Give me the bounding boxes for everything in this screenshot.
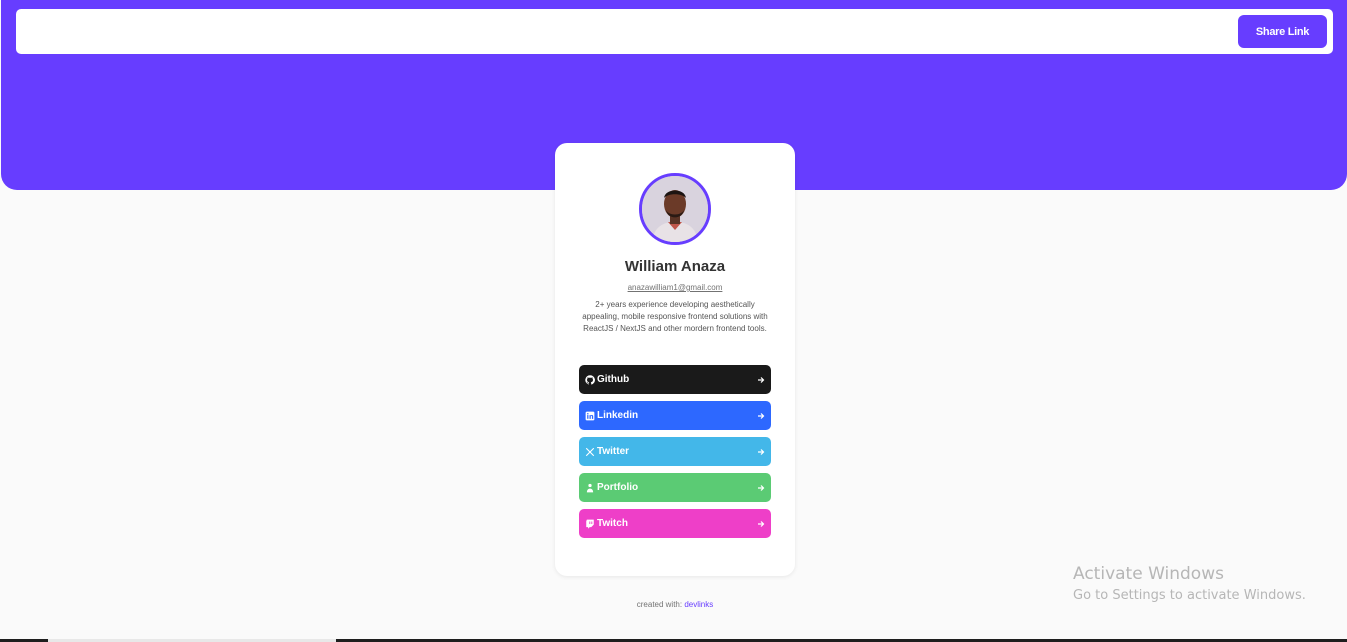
windows-activation-watermark: Activate Windows Go to Settings to activ… bbox=[1073, 564, 1306, 603]
avatar bbox=[639, 173, 711, 245]
footer-credit: created with: devlinks bbox=[555, 600, 795, 609]
profile-card: William Anaza anazawilliam1@gmail.com 2+… bbox=[555, 143, 795, 576]
arrow-right-icon bbox=[757, 448, 765, 456]
link-github[interactable]: Github bbox=[579, 365, 771, 394]
watermark-title: Activate Windows bbox=[1073, 564, 1224, 584]
link-label: Twitter bbox=[597, 446, 630, 457]
linkedin-icon bbox=[585, 411, 595, 421]
arrow-right-icon bbox=[757, 376, 765, 384]
footer-brand-link[interactable]: devlinks bbox=[684, 600, 713, 609]
x-twitter-icon bbox=[585, 447, 595, 457]
share-link-button[interactable]: Share Link bbox=[1238, 15, 1327, 48]
link-label: Portfolio bbox=[597, 482, 639, 493]
link-linkedin[interactable]: Linkedin bbox=[579, 401, 771, 430]
link-twitch[interactable]: Twitch bbox=[579, 509, 771, 538]
link-label: Twitch bbox=[597, 518, 628, 529]
arrow-right-icon bbox=[757, 412, 765, 420]
avatar-image bbox=[642, 176, 708, 242]
top-bar: Share Link bbox=[16, 9, 1333, 54]
link-label: Linkedin bbox=[597, 410, 639, 421]
profile-bio: 2+ years experience developing aesthetic… bbox=[582, 300, 768, 333]
twitch-icon bbox=[585, 519, 595, 529]
footer-prefix: created with: bbox=[636, 600, 683, 609]
link-label: Github bbox=[597, 374, 630, 385]
arrow-right-icon bbox=[757, 520, 765, 528]
portfolio-icon bbox=[585, 483, 595, 493]
arrow-right-icon bbox=[757, 484, 765, 492]
link-twitter[interactable]: Twitter bbox=[579, 437, 771, 466]
profile-name: William Anaza bbox=[624, 258, 726, 275]
profile-email[interactable]: anazawilliam1@gmail.com bbox=[555, 283, 795, 292]
github-icon bbox=[585, 374, 595, 385]
link-portfolio[interactable]: Portfolio bbox=[579, 473, 771, 502]
links-list: Github Linkedin Twitter Portfolio Twitch bbox=[579, 365, 771, 545]
watermark-subtitle: Go to Settings to activate Windows. bbox=[1073, 588, 1306, 603]
